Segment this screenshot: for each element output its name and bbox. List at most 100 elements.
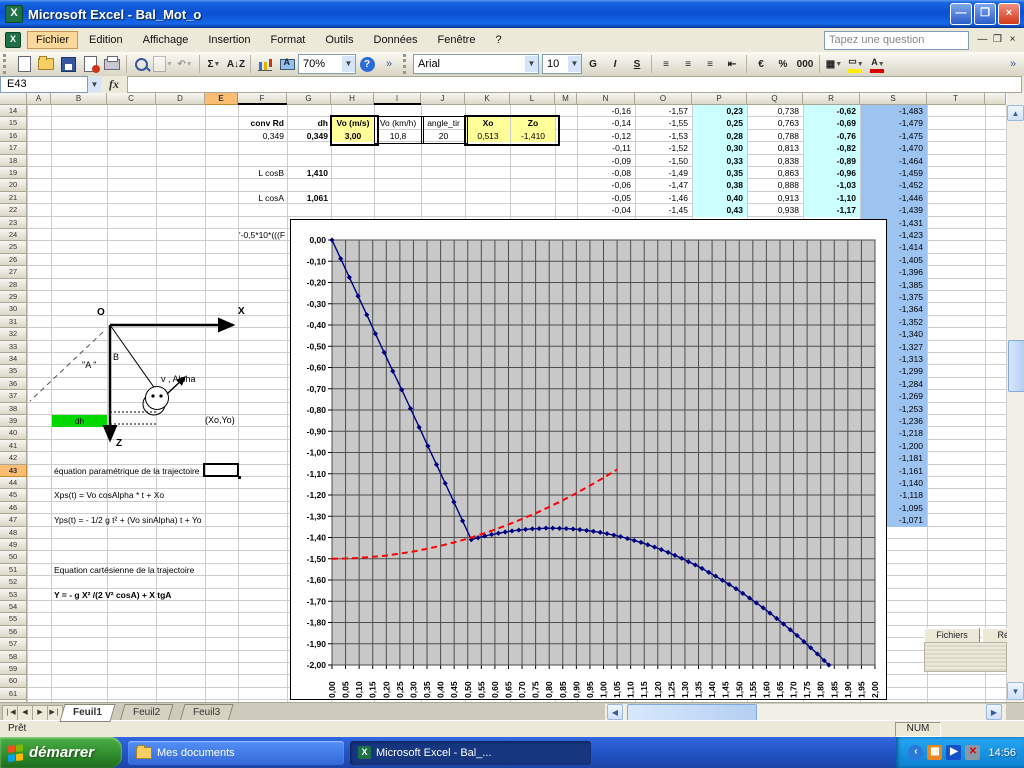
row-header-18[interactable]: 18 [0,154,27,167]
cell-N22[interactable]: -0,04 [578,204,635,216]
row-header-58[interactable]: 58 [0,650,27,663]
cell-P14[interactable]: 0,23 [693,105,747,118]
fx-icon[interactable]: fx [109,77,119,92]
vertical-scroll-thumb[interactable] [1008,340,1024,392]
row-header-61[interactable]: 61 [0,687,27,701]
fill-color-button[interactable]: ▭ ▼ [846,54,866,74]
row-header-45[interactable]: 45 [0,489,27,502]
chevron-down-icon[interactable]: ▼ [568,56,581,72]
scroll-up-icon[interactable]: ▲ [1007,105,1024,121]
cell-S20[interactable]: -1,452 [861,179,927,192]
menu-item-fichier[interactable]: Fichier [27,31,79,49]
row-header-47[interactable]: 47 [0,514,27,527]
question-input[interactable]: Tapez une question [824,31,969,50]
active-cell-selection[interactable] [203,463,239,477]
cell-N15[interactable]: -0,14 [578,117,635,129]
sort-ascending-icon[interactable]: A↓Z [226,54,246,74]
row-header-33[interactable]: 33 [0,340,27,353]
print-icon[interactable] [102,54,122,74]
cell-Q17[interactable]: 0,813 [748,142,803,154]
row-header-48[interactable]: 48 [0,526,27,539]
column-header-D[interactable]: D [156,93,205,105]
percent-button[interactable]: % [773,54,793,74]
save-icon[interactable] [58,54,78,74]
cell-O21[interactable]: -1,46 [636,192,692,204]
menu-item-edition[interactable]: Edition [80,31,132,49]
row-header-43[interactable]: 43 [0,464,27,477]
autosum-icon[interactable]: Σ ▼ [204,54,224,74]
thousands-button[interactable]: 000 [795,54,815,74]
column-header-M[interactable]: M [555,93,577,105]
cell-R20[interactable]: -1,03 [804,179,860,192]
cell-Q22[interactable]: 0,938 [748,204,803,216]
scroll-left-icon[interactable]: ◀ [607,704,623,720]
menu-item-format[interactable]: Format [262,31,315,49]
cell-N20[interactable]: -0,06 [578,179,635,191]
toolbar-options-icon[interactable]: » [379,54,399,74]
scroll-down-icon[interactable]: ▼ [1007,682,1024,700]
chevron-down-icon[interactable]: ▼ [857,61,864,68]
menu-item-fentre[interactable]: Fenêtre [429,31,485,49]
fichiers-button[interactable]: Fichiers [924,628,980,643]
chevron-down-icon[interactable]: ▼ [342,56,355,72]
cell-P21[interactable]: 0,40 [693,191,747,205]
horizontal-scrollbar[interactable]: ◀ ▶ [605,704,1006,722]
row-header-21[interactable]: 21 [0,191,27,205]
reseau-button[interactable]: Réseau [982,628,1007,643]
row-header-54[interactable]: 54 [0,601,27,614]
menu-item-outils[interactable]: Outils [316,31,362,49]
cell-R15[interactable]: -0,69 [804,117,860,130]
cell-O16[interactable]: -1,53 [636,130,692,142]
row-header-35[interactable]: 35 [0,365,27,378]
row-header-51[interactable]: 51 [0,563,27,577]
cell-R19[interactable]: -0,96 [804,167,860,180]
row-header-19[interactable]: 19 [0,167,27,180]
row-header-42[interactable]: 42 [0,452,27,465]
name-box-dropdown-icon[interactable]: ▼ [88,77,101,92]
workbook-restore-button[interactable]: ❒ [990,34,1005,47]
align-right-button[interactable]: ≡ [700,54,720,74]
font-size-combo[interactable]: 10 ▼ [542,54,582,74]
row-header-27[interactable]: 27 [0,266,27,279]
row-header-50[interactable]: 50 [0,551,27,564]
column-header-Q[interactable]: Q [747,93,803,105]
cell-P17[interactable]: 0,30 [693,142,747,155]
column-header-R[interactable]: R [803,93,860,105]
chevron-down-icon[interactable]: ▼ [166,61,173,68]
align-center-button[interactable]: ≡ [678,54,698,74]
select-all-corner[interactable] [0,93,27,105]
cell-N14[interactable]: -0,16 [578,105,635,117]
row-header-55[interactable]: 55 [0,613,27,626]
row-header-57[interactable]: 57 [0,638,27,651]
row-header-17[interactable]: 17 [0,142,27,155]
column-header-C[interactable]: C [107,93,156,105]
row-header-20[interactable]: 20 [0,179,27,192]
row-header-31[interactable]: 31 [0,315,27,329]
row-header-32[interactable]: 32 [0,328,27,341]
cell-Q19[interactable]: 0,863 [748,167,803,179]
row-header-56[interactable]: 56 [0,625,27,639]
row-header-34[interactable]: 34 [0,353,27,366]
row-header-15[interactable]: 15 [0,117,27,130]
cell-P20[interactable]: 0,38 [693,179,747,192]
first-sheet-icon[interactable]: ❘◀ [2,705,18,721]
cell-F15[interactable]: conv Rd [239,117,287,129]
scroll-right-icon[interactable]: ▶ [986,704,1002,720]
cell-G21[interactable]: 1,061 [288,192,331,204]
cell-F19[interactable]: L cosB [239,167,287,179]
column-header-B[interactable]: B [51,93,107,105]
cell-F16[interactable]: 0,349 [239,130,287,142]
cell-S15[interactable]: -1,479 [861,117,927,130]
cell-R17[interactable]: -0,82 [804,142,860,155]
cell-G16[interactable]: 0,349 [288,130,331,142]
cell-S17[interactable]: -1,470 [861,142,927,155]
column-header-K[interactable]: K [465,93,510,105]
toolbar-options-icon[interactable]: » [1003,54,1023,74]
font-color-button[interactable]: A ▼ [868,54,888,74]
row-header-29[interactable]: 29 [0,291,27,304]
chevron-down-icon[interactable]: ▼ [186,61,193,68]
close-button[interactable]: × [998,3,1020,25]
cell-Q21[interactable]: 0,913 [748,192,803,204]
paste-icon[interactable]: ▼ [153,54,173,74]
merge-center-button[interactable]: ⇤ [722,54,742,74]
